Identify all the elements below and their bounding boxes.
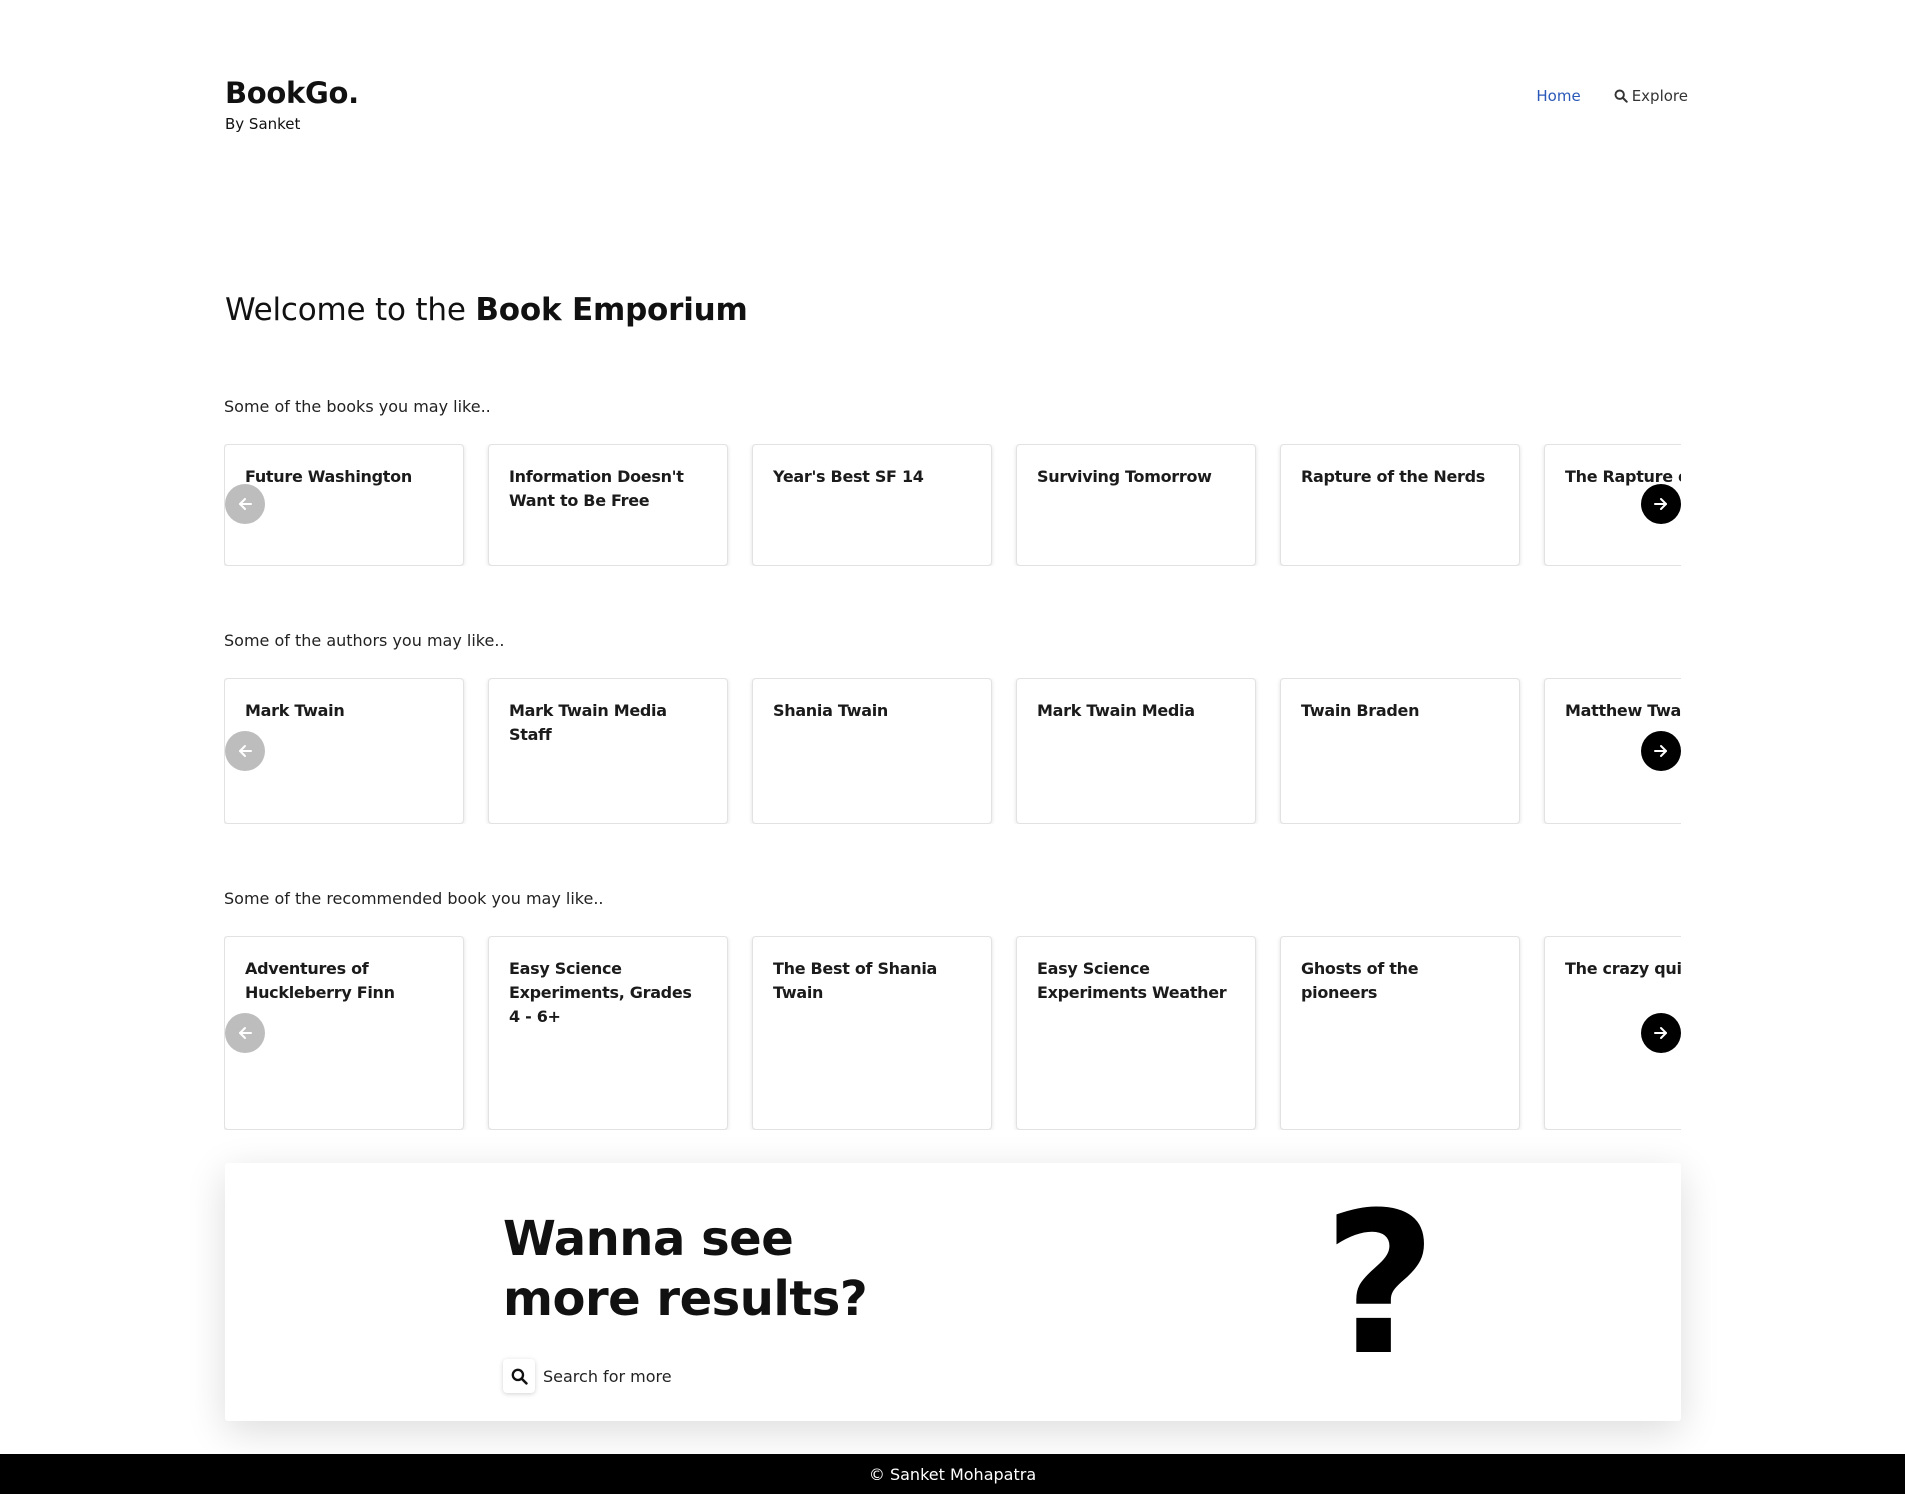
recommended-card[interactable]: The Best of Shania Twain bbox=[752, 936, 992, 1130]
nav-explore-label: Explore bbox=[1631, 87, 1688, 105]
book-card[interactable]: Year's Best SF 14 bbox=[752, 444, 992, 566]
books-next-button[interactable] bbox=[1641, 484, 1681, 524]
authors-section-label: Some of the authors you may like.. bbox=[224, 631, 505, 650]
recommended-track: Adventures of Huckleberry Finn Easy Scie… bbox=[224, 936, 1681, 1130]
page-title: Welcome to the Book Emporium bbox=[225, 292, 748, 328]
welcome-bold: Book Emporium bbox=[475, 292, 748, 328]
arrow-left-icon bbox=[239, 1027, 252, 1039]
book-card[interactable]: Rapture of the Nerds bbox=[1280, 444, 1520, 566]
nav-explore-link[interactable]: Explore bbox=[1614, 87, 1688, 105]
book-card[interactable]: Information Doesn't Want to Be Free bbox=[488, 444, 728, 566]
books-section-label: Some of the books you may like.. bbox=[224, 397, 491, 416]
search-icon bbox=[1614, 89, 1628, 103]
books-carousel: Future Washington Information Doesn't Wa… bbox=[224, 444, 1681, 566]
book-card[interactable]: Surviving Tomorrow bbox=[1016, 444, 1256, 566]
authors-prev-button[interactable] bbox=[225, 731, 265, 771]
nav-home-link[interactable]: Home bbox=[1536, 87, 1580, 105]
authors-carousel: Mark Twain Mark Twain Media Staff Shania… bbox=[224, 678, 1681, 824]
site-footer: © Sanket Mohapatra bbox=[0, 1454, 1905, 1494]
author-card[interactable]: Twain Braden bbox=[1280, 678, 1520, 824]
brand-title[interactable]: BookGo. bbox=[225, 76, 359, 110]
authors-track: Mark Twain Mark Twain Media Staff Shania… bbox=[224, 678, 1681, 824]
arrow-left-icon bbox=[239, 498, 252, 510]
arrow-left-icon bbox=[239, 745, 252, 757]
arrow-right-icon bbox=[1654, 745, 1667, 757]
authors-next-button[interactable] bbox=[1641, 731, 1681, 771]
arrow-right-icon bbox=[1654, 498, 1667, 510]
books-prev-button[interactable] bbox=[225, 484, 265, 524]
author-card[interactable]: Mark Twain Media Staff bbox=[488, 678, 728, 824]
recommended-carousel: Adventures of Huckleberry Finn Easy Scie… bbox=[224, 936, 1681, 1130]
recommended-next-button[interactable] bbox=[1641, 1013, 1681, 1053]
welcome-prefix: Welcome to the bbox=[225, 292, 476, 328]
author-card[interactable]: Mark Twain Media bbox=[1016, 678, 1256, 824]
nav-home-label: Home bbox=[1536, 87, 1581, 105]
recommended-section-label: Some of the recommended book you may lik… bbox=[224, 889, 604, 908]
search-more-label: Search for more bbox=[543, 1366, 672, 1386]
recommended-card[interactable]: Easy Science Experiments, Grades 4 - 6+ bbox=[488, 936, 728, 1130]
books-track: Future Washington Information Doesn't Wa… bbox=[224, 444, 1681, 566]
author-card[interactable]: Shania Twain bbox=[752, 678, 992, 824]
recommended-prev-button[interactable] bbox=[225, 1013, 265, 1053]
arrow-right-icon bbox=[1654, 1027, 1667, 1039]
search-icon-box bbox=[503, 1359, 535, 1393]
question-mark-icon: ? bbox=[1323, 1171, 1437, 1399]
search-icon bbox=[511, 1368, 528, 1385]
footer-copyright: © Sanket Mohapatra bbox=[868, 1464, 1037, 1484]
more-results-heading: Wanna see more results? bbox=[503, 1211, 868, 1327]
main-nav: Home Explore bbox=[1536, 87, 1688, 105]
recommended-card[interactable]: Easy Science Experiments Weather bbox=[1016, 936, 1256, 1130]
search-more-button[interactable]: Search for more bbox=[503, 1359, 672, 1393]
recommended-card[interactable]: Ghosts of the pioneers bbox=[1280, 936, 1520, 1130]
site-header: BookGo. By Sanket Home Explore bbox=[225, 76, 1688, 136]
more-results-panel: Wanna see more results? Search for more … bbox=[225, 1163, 1681, 1421]
brand-subtitle: By Sanket bbox=[225, 115, 301, 133]
